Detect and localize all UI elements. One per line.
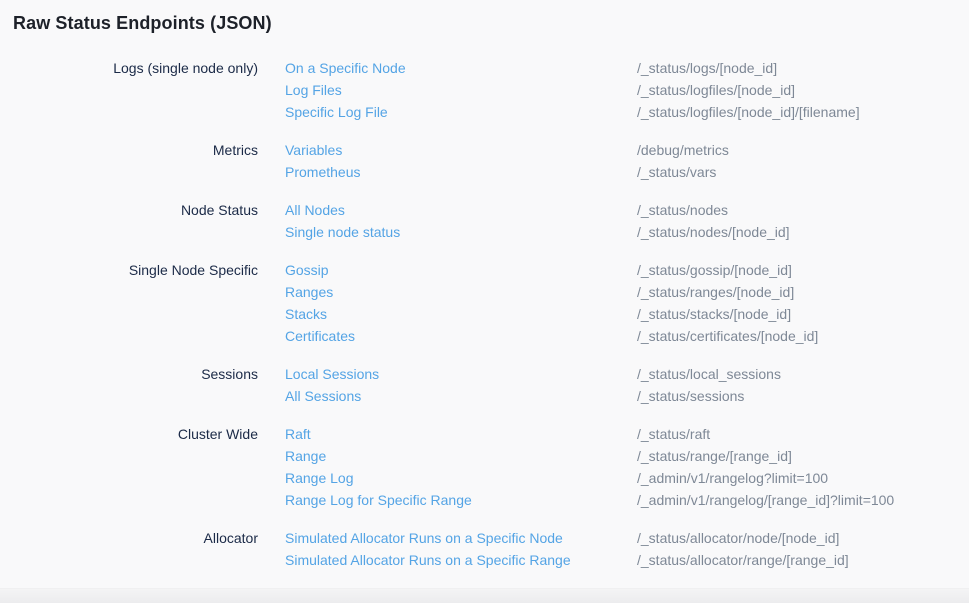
endpoint-link[interactable]: Log Files <box>285 79 637 101</box>
endpoint-path: /_status/local_sessions <box>637 363 781 385</box>
endpoint-link[interactable]: Local Sessions <box>285 363 637 385</box>
footer-strip <box>0 588 969 603</box>
endpoint-group: Logs (single node only) On a Specific Nod… <box>13 57 955 123</box>
endpoint-link[interactable]: Certificates <box>285 325 637 347</box>
endpoint-path: /debug/metrics <box>637 139 729 161</box>
endpoint-row: Range/_status/range/[range_id] <box>285 445 894 467</box>
category-label: Cluster Wide <box>13 423 258 445</box>
endpoint-rows: Local Sessions/_status/local_sessionsAll… <box>285 363 781 407</box>
endpoint-link[interactable]: Simulated Allocator Runs on a Specific N… <box>285 527 637 549</box>
endpoint-row: Stacks/_status/stacks/[node_id] <box>285 303 818 325</box>
endpoint-row: Specific Log File/_status/logfiles/[node… <box>285 101 860 123</box>
endpoint-row: All Nodes/_status/nodes <box>285 199 790 221</box>
endpoint-link[interactable]: Variables <box>285 139 637 161</box>
endpoint-link[interactable]: Single node status <box>285 221 637 243</box>
endpoint-path: /_status/ranges/[node_id] <box>637 281 794 303</box>
endpoint-link[interactable]: All Nodes <box>285 199 637 221</box>
endpoint-link[interactable]: Raft <box>285 423 637 445</box>
endpoint-path: /_status/range/[range_id] <box>637 445 792 467</box>
raw-status-endpoints-page: Raw Status Endpoints (JSON) Logs (single… <box>0 0 969 571</box>
endpoint-path: /_admin/v1/rangelog/[range_id]?limit=100 <box>637 489 894 511</box>
endpoint-rows: On a Specific Node/_status/logs/[node_id… <box>285 57 860 123</box>
page-body: { "page": { "title": "Raw Status Endpoin… <box>0 0 969 603</box>
endpoint-link[interactable]: Stacks <box>285 303 637 325</box>
page-title: Raw Status Endpoints (JSON) <box>13 12 955 34</box>
endpoint-rows: Gossip/_status/gossip/[node_id]Ranges/_s… <box>285 259 818 347</box>
endpoint-rows: All Nodes/_status/nodesSingle node statu… <box>285 199 790 243</box>
endpoint-link[interactable]: Specific Log File <box>285 101 637 123</box>
endpoint-rows: Simulated Allocator Runs on a Specific N… <box>285 527 849 571</box>
endpoint-group: Node Status All Nodes/_status/nodesSingle… <box>13 199 955 243</box>
endpoint-path: /_status/allocator/range/[range_id] <box>637 549 849 571</box>
endpoint-row: Local Sessions/_status/local_sessions <box>285 363 781 385</box>
endpoint-path: /_status/certificates/[node_id] <box>637 325 818 347</box>
endpoint-row: Range Log for Specific Range/_admin/v1/r… <box>285 489 894 511</box>
endpoint-path: /_status/stacks/[node_id] <box>637 303 791 325</box>
endpoint-row: Ranges/_status/ranges/[node_id] <box>285 281 818 303</box>
endpoint-link[interactable]: All Sessions <box>285 385 637 407</box>
endpoint-path: /_status/nodes/[node_id] <box>637 221 790 243</box>
endpoint-row: Simulated Allocator Runs on a Specific R… <box>285 549 849 571</box>
endpoint-link[interactable]: Range <box>285 445 637 467</box>
endpoint-row: Gossip/_status/gossip/[node_id] <box>285 259 818 281</box>
category-label: Sessions <box>13 363 258 385</box>
endpoint-row: Log Files/_status/logfiles/[node_id] <box>285 79 860 101</box>
endpoint-group: Metrics Variables/debug/metricsPrometheus… <box>13 139 955 183</box>
endpoint-path: /_status/logfiles/[node_id] <box>637 79 795 101</box>
category-label: Metrics <box>13 139 258 161</box>
endpoint-path: /_status/sessions <box>637 385 744 407</box>
endpoint-path: /_status/allocator/node/[node_id] <box>637 527 839 549</box>
endpoint-link[interactable]: Range Log for Specific Range <box>285 489 637 511</box>
category-label: Logs (single node only) <box>13 57 258 79</box>
endpoint-group: Sessions Local Sessions/_status/local_ses… <box>13 363 955 407</box>
endpoint-path: /_status/gossip/[node_id] <box>637 259 792 281</box>
endpoint-row: Range Log/_admin/v1/rangelog?limit=100 <box>285 467 894 489</box>
endpoint-row: Prometheus/_status/vars <box>285 161 729 183</box>
endpoint-row: Simulated Allocator Runs on a Specific N… <box>285 527 849 549</box>
endpoint-group: Cluster Wide Raft/_status/raftRange/_stat… <box>13 423 955 511</box>
category-label: Allocator <box>13 527 258 549</box>
endpoint-rows: Raft/_status/raftRange/_status/range/[ra… <box>285 423 894 511</box>
endpoint-link[interactable]: On a Specific Node <box>285 57 637 79</box>
endpoint-link[interactable]: Ranges <box>285 281 637 303</box>
endpoint-group: Single Node Specific Gossip/_status/gossi… <box>13 259 955 347</box>
category-label: Node Status <box>13 199 258 221</box>
endpoint-path: /_status/vars <box>637 161 716 183</box>
endpoints-list: Logs (single node only) On a Specific Nod… <box>13 57 955 571</box>
endpoint-path: /_status/nodes <box>637 199 728 221</box>
category-label: Single Node Specific <box>13 259 258 281</box>
endpoint-row: Variables/debug/metrics <box>285 139 729 161</box>
endpoint-link[interactable]: Prometheus <box>285 161 637 183</box>
endpoint-row: On a Specific Node/_status/logs/[node_id… <box>285 57 860 79</box>
endpoint-link[interactable]: Gossip <box>285 259 637 281</box>
endpoint-row: Raft/_status/raft <box>285 423 894 445</box>
endpoint-link[interactable]: Simulated Allocator Runs on a Specific R… <box>285 549 637 571</box>
endpoint-rows: Variables/debug/metricsPrometheus/_statu… <box>285 139 729 183</box>
endpoint-row: Single node status/_status/nodes/[node_i… <box>285 221 790 243</box>
endpoint-group: Allocator Simulated Allocator Runs on a S… <box>13 527 955 571</box>
endpoint-link[interactable]: Range Log <box>285 467 637 489</box>
endpoint-path: /_status/logs/[node_id] <box>637 57 777 79</box>
endpoint-path: /_status/logfiles/[node_id]/[filename] <box>637 101 860 123</box>
endpoint-path: /_status/raft <box>637 423 710 445</box>
endpoint-row: All Sessions/_status/sessions <box>285 385 781 407</box>
endpoint-row: Certificates/_status/certificates/[node_… <box>285 325 818 347</box>
endpoint-path: /_admin/v1/rangelog?limit=100 <box>637 467 828 489</box>
